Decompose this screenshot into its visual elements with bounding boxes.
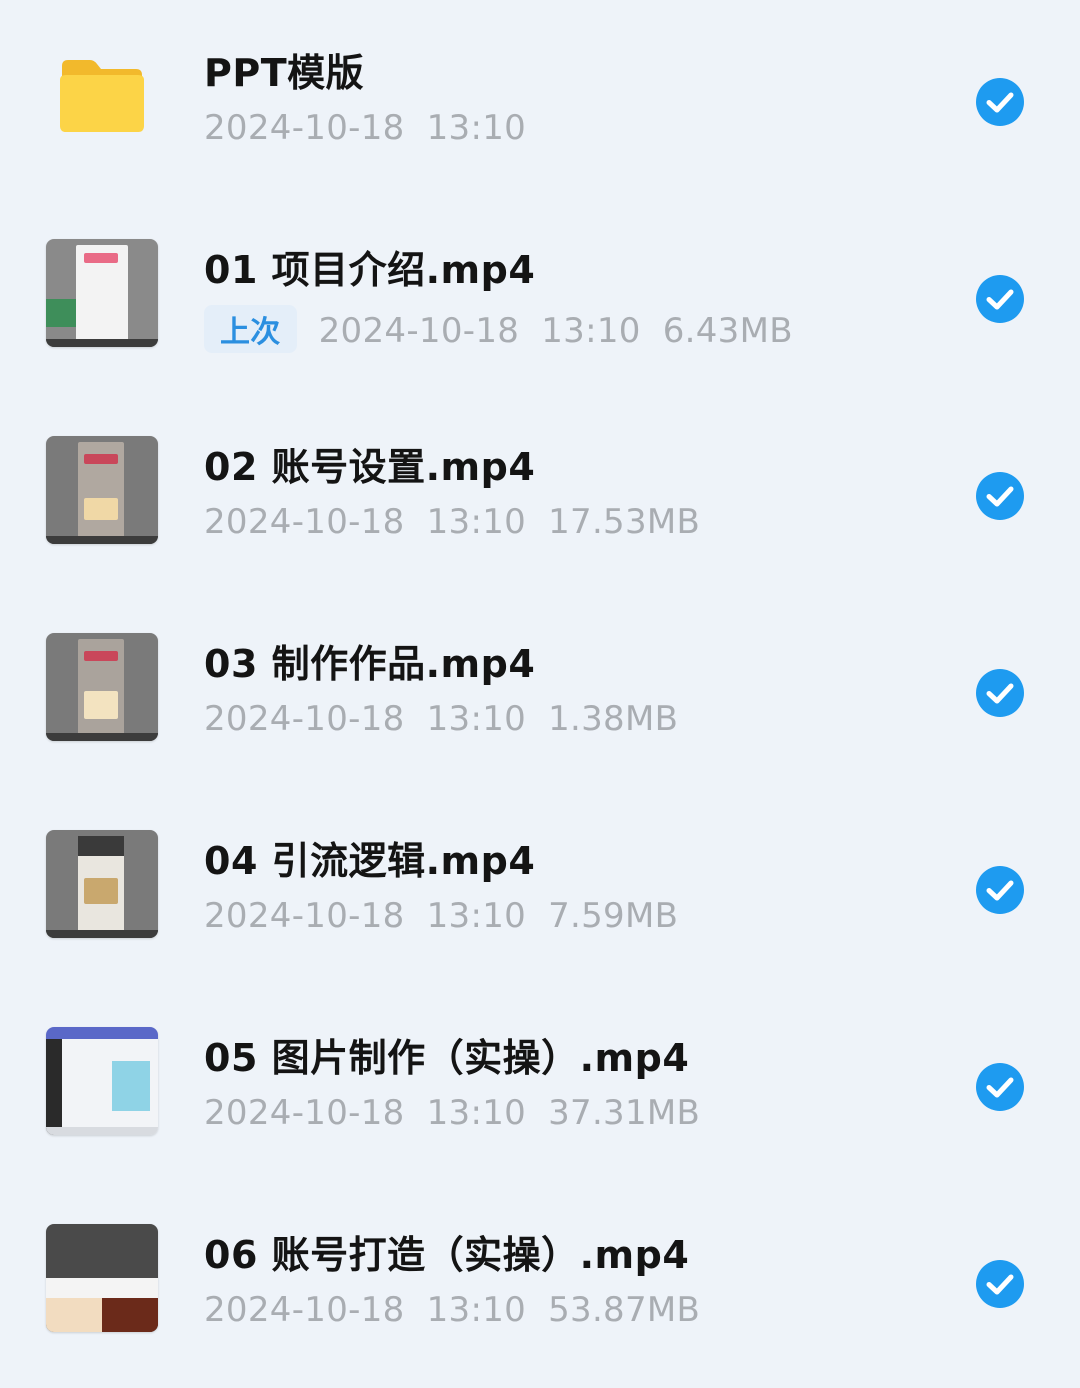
video-thumbnail [46, 436, 158, 544]
check-icon[interactable] [976, 1260, 1024, 1308]
check-icon[interactable] [976, 669, 1024, 717]
file-name: 05 图片制作（实操）.mp4 [204, 1036, 690, 1080]
file-list: PPT模版 2024-10-18 13:10 01 项目介绍.mp4 上次 2024… [0, 0, 1080, 1388]
file-size: 1.38MB [548, 699, 679, 739]
video-thumbnail [46, 633, 158, 741]
file-size: 53.87MB [548, 1290, 701, 1330]
file-time: 13:10 [426, 699, 527, 739]
file-date: 2024-10-18 [318, 311, 520, 351]
file-row[interactable]: 04 引流逻辑.mp4 2024-10-18 13:10 7.59MB [0, 788, 1080, 985]
file-row[interactable]: 02 账号设置.mp4 2024-10-18 13:10 17.53MB [0, 394, 1080, 591]
video-thumbnail [46, 1224, 158, 1332]
file-date: 2024-10-18 [204, 108, 405, 148]
file-size: 7.59MB [548, 896, 679, 936]
file-time: 13:10 [426, 108, 527, 148]
file-row[interactable]: 06 账号打造（实操）.mp4 2024-10-18 13:10 53.87MB [0, 1182, 1080, 1379]
file-row-folder[interactable]: PPT模版 2024-10-18 13:10 [0, 0, 1080, 197]
last-opened-badge: 上次 [204, 305, 297, 353]
check-icon[interactable] [976, 1063, 1024, 1111]
file-meta: 2024-10-18 13:10 53.87MB [204, 1290, 722, 1330]
check-icon[interactable] [976, 78, 1024, 126]
file-date: 2024-10-18 [204, 1290, 405, 1330]
file-name: 03 制作作品.mp4 [204, 642, 536, 686]
file-meta: 2024-10-18 13:10 [204, 108, 548, 148]
file-row[interactable]: 03 制作作品.mp4 2024-10-18 13:10 1.38MB [0, 591, 1080, 788]
file-name: 02 账号设置.mp4 [204, 445, 536, 489]
file-date: 2024-10-18 [204, 1093, 405, 1133]
file-meta: 2024-10-18 13:10 7.59MB [204, 896, 700, 936]
file-meta: 2024-10-18 13:10 37.31MB [204, 1093, 722, 1133]
file-row[interactable]: 05 图片制作（实操）.mp4 2024-10-18 13:10 37.31MB [0, 985, 1080, 1182]
file-time: 13:10 [426, 1290, 527, 1330]
file-date: 2024-10-18 [204, 502, 405, 542]
file-time: 13:10 [426, 1093, 527, 1133]
file-meta: 2024-10-18 13:10 17.53MB [204, 502, 722, 542]
file-time: 13:10 [541, 311, 641, 351]
file-name: PPT模版 [204, 51, 365, 95]
file-date: 2024-10-18 [204, 699, 405, 739]
file-meta: 上次 2024-10-18 13:10 6.43MB [204, 305, 815, 353]
file-size: 37.31MB [548, 1093, 701, 1133]
file-size: 6.43MB [662, 311, 793, 351]
file-name: 01 项目介绍.mp4 [204, 248, 536, 292]
check-icon[interactable] [976, 472, 1024, 520]
file-name: 04 引流逻辑.mp4 [204, 839, 536, 883]
file-time: 13:10 [426, 502, 527, 542]
file-row[interactable]: 01 项目介绍.mp4 上次 2024-10-18 13:10 6.43MB [0, 197, 1080, 394]
check-icon[interactable] [976, 275, 1024, 323]
video-thumbnail [46, 239, 158, 347]
file-name: 06 账号打造（实操）.mp4 [204, 1233, 690, 1277]
video-thumbnail [46, 830, 158, 938]
file-time: 13:10 [426, 896, 527, 936]
video-thumbnail [46, 1027, 158, 1135]
file-date: 2024-10-18 [204, 896, 405, 936]
file-size: 17.53MB [548, 502, 701, 542]
check-icon[interactable] [976, 866, 1024, 914]
folder-icon [60, 60, 144, 132]
file-meta: 2024-10-18 13:10 1.38MB [204, 699, 700, 739]
